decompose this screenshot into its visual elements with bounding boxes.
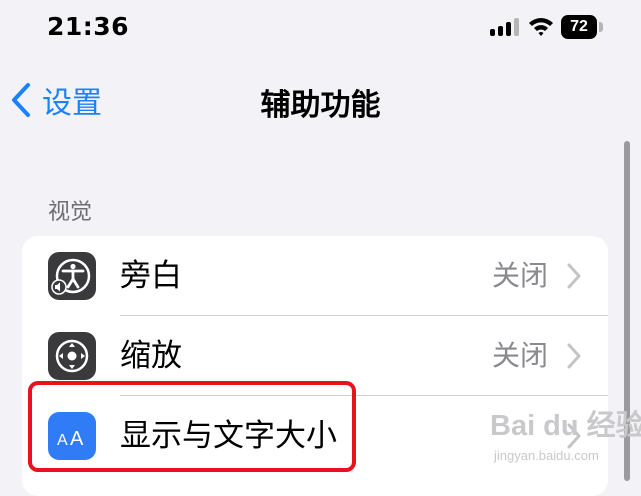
status-time: 21:36 bbox=[47, 12, 130, 41]
row-label-voiceover: 旁白 bbox=[120, 258, 182, 294]
status-bar: 21:36 72 bbox=[0, 0, 641, 56]
baidu-watermark: Bai du 经验 jingyan.baidu.com bbox=[486, 402, 641, 478]
voiceover-icon bbox=[48, 252, 96, 300]
row-voiceover[interactable]: 旁白 关闭 bbox=[22, 236, 608, 315]
navigation-bar: 设置 辅助功能 bbox=[0, 60, 641, 136]
zoom-icon bbox=[48, 332, 96, 380]
battery-cap bbox=[599, 22, 603, 32]
wifi-icon bbox=[529, 18, 553, 36]
section-header-vision: 视觉 bbox=[48, 200, 93, 225]
battery-icon: 72 bbox=[561, 15, 603, 39]
highlight-annotation bbox=[28, 381, 356, 472]
chevron-right-icon bbox=[567, 263, 581, 289]
chevron-right-icon bbox=[567, 343, 581, 369]
battery-level: 72 bbox=[561, 15, 597, 39]
row-value-voiceover: 关闭 bbox=[491, 259, 548, 292]
row-label-zoom: 缩放 bbox=[120, 338, 182, 374]
page-title: 辅助功能 bbox=[260, 88, 381, 123]
row-value-zoom: 关闭 bbox=[491, 339, 548, 372]
watermark-url: jingyan.baidu.com bbox=[494, 448, 599, 463]
watermark-logo-text: Bai du 经验 bbox=[490, 410, 641, 442]
cellular-signal-icon bbox=[490, 18, 519, 36]
